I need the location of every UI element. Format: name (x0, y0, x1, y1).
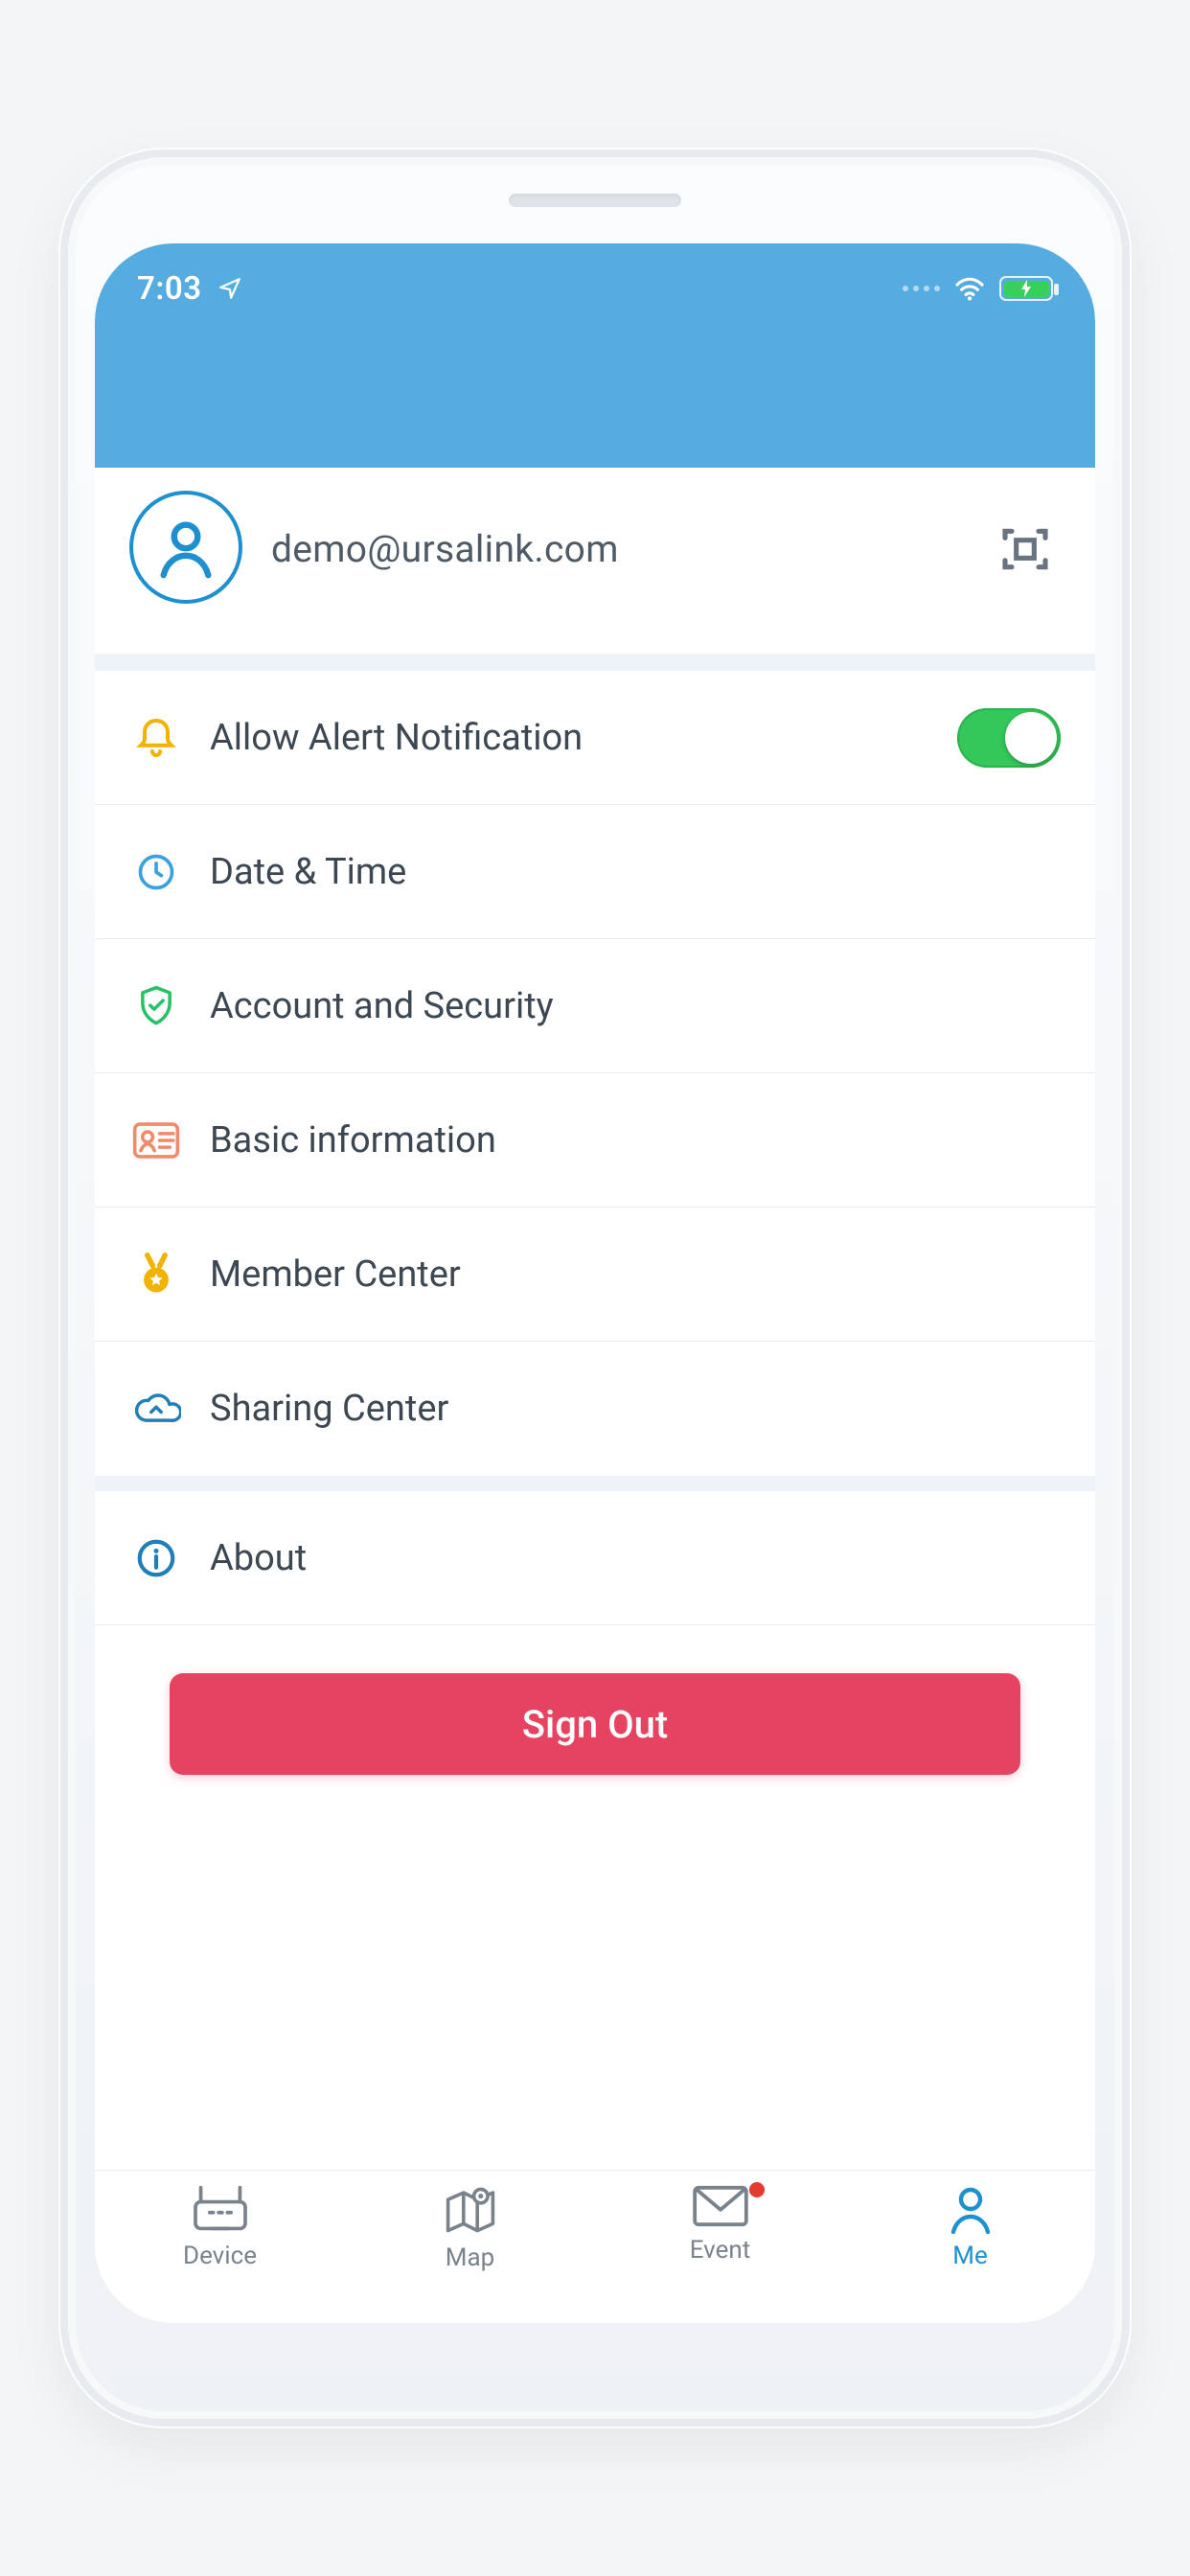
cellular-icon (903, 286, 940, 291)
row-label: Basic information (210, 1119, 1061, 1162)
profile-row[interactable]: demo@ursalink.com (95, 468, 1095, 671)
tab-device[interactable]: Device (144, 2184, 297, 2270)
row-account-security[interactable]: Account and Security (95, 939, 1095, 1073)
alert-toggle[interactable] (957, 708, 1061, 768)
battery-icon (999, 276, 1053, 301)
status-bar: 7:03 (95, 243, 1095, 310)
scan-qr-button[interactable] (990, 514, 1061, 585)
row-label: Account and Security (210, 985, 1061, 1027)
medal-icon (129, 1248, 183, 1301)
shield-check-icon (129, 979, 183, 1033)
tab-event[interactable]: Event (644, 2184, 797, 2265)
app-header: 7:03 (95, 243, 1095, 472)
tab-bar: Device Map (95, 2170, 1095, 2323)
device-icon (189, 2184, 252, 2234)
info-icon (129, 1531, 183, 1585)
profile-email: demo@ursalink.com (271, 527, 619, 571)
row-label: Sharing Center (210, 1388, 1061, 1430)
location-arrow-icon (217, 276, 242, 301)
row-sharing-center[interactable]: Sharing Center (95, 1342, 1095, 1476)
bell-icon (129, 711, 183, 765)
row-allow-alert[interactable]: Allow Alert Notification (95, 671, 1095, 805)
tab-label: Me (952, 2242, 988, 2270)
id-card-icon (129, 1114, 183, 1167)
tab-label: Event (690, 2236, 751, 2265)
row-member-center[interactable]: Member Center (95, 1208, 1095, 1342)
row-label: Allow Alert Notification (210, 717, 930, 759)
tab-map[interactable]: Map (394, 2184, 547, 2272)
status-time: 7:03 (137, 270, 202, 308)
row-label: Member Center (210, 1254, 1061, 1296)
tab-label: Device (183, 2242, 257, 2270)
map-icon (439, 2184, 502, 2236)
person-icon (948, 2184, 994, 2234)
mail-icon (691, 2184, 750, 2228)
tab-me[interactable]: Me (894, 2184, 1047, 2270)
wifi-icon (953, 276, 986, 301)
row-date-time[interactable]: Date & Time (95, 805, 1095, 939)
row-label: Date & Time (210, 851, 1061, 893)
cloud-icon (129, 1382, 183, 1436)
sign-out-button[interactable]: Sign Out (170, 1673, 1020, 1775)
row-basic-info[interactable]: Basic information (95, 1073, 1095, 1208)
notification-dot (749, 2182, 765, 2197)
phone-frame: 7:03 (58, 148, 1132, 2428)
tab-label: Map (446, 2243, 494, 2272)
avatar-icon (129, 491, 242, 604)
clock-icon (129, 845, 183, 899)
row-label: About (210, 1537, 1061, 1579)
row-about[interactable]: About (95, 1491, 1095, 1625)
